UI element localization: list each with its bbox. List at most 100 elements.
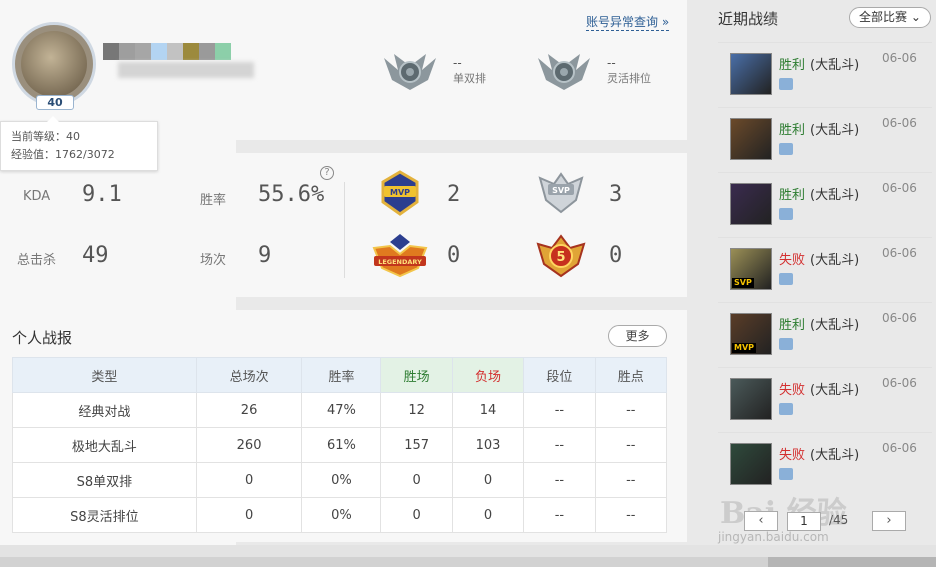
games-value: 9 [258, 243, 272, 268]
tooltip-current-level: 当前等级：40 [11, 130, 80, 143]
header-winrate: 胜率 [301, 357, 382, 393]
mvp-medal-icon: MVP [381, 170, 419, 216]
list-item[interactable]: 失败 (大乱斗) 06-06 [718, 367, 932, 431]
image-icon[interactable] [779, 208, 793, 220]
report-header-row: 类型 总场次 胜率 胜场 负场 段位 胜点 [12, 357, 668, 393]
stats-divider [344, 182, 345, 278]
prev-page-button[interactable]: ‹ [744, 511, 778, 531]
header-tier: 段位 [523, 357, 596, 393]
image-icon[interactable] [779, 403, 793, 415]
image-icon[interactable] [779, 338, 793, 350]
winrate-value: 55.6% [258, 182, 325, 207]
svp-count: 3 [609, 182, 623, 207]
match-mode: (大乱斗) [810, 188, 860, 203]
match-mode: (大乱斗) [810, 383, 860, 398]
champion-avatar [730, 183, 772, 225]
cell-total: 0 [195, 497, 303, 533]
match-mode: (大乱斗) [810, 123, 860, 138]
cell-winrate: 61% [301, 427, 382, 463]
avatar[interactable] [12, 22, 96, 106]
cell-wins: 0 [380, 497, 453, 533]
mosaic-block [167, 43, 183, 60]
rank-flex-label: 灵活排位 [607, 72, 651, 85]
table-row: 经典对战 26 47% 12 14 -- -- [12, 392, 668, 428]
list-item[interactable]: SVP 失败 (大乱斗) 06-06 [718, 237, 932, 301]
match-mode: (大乱斗) [810, 58, 860, 73]
mosaic-block [199, 43, 215, 60]
match-date: 06-06 [882, 246, 917, 260]
cell-wins: 12 [380, 392, 453, 428]
match-date: 06-06 [882, 311, 917, 325]
next-page-button[interactable]: › [872, 511, 906, 531]
cell-total: 0 [195, 462, 303, 498]
cell-winrate: 0% [301, 497, 382, 533]
help-icon[interactable]: ? [320, 166, 334, 180]
match-result: 失败 [779, 448, 806, 463]
champion-avatar [730, 53, 772, 95]
account-anomaly-link[interactable]: 账号异常查询 » [586, 13, 670, 31]
mosaic-block [103, 43, 119, 60]
match-date: 06-06 [882, 116, 917, 130]
image-icon[interactable] [779, 78, 793, 90]
mosaic-block [151, 43, 167, 60]
cell-winrate: 0% [301, 462, 382, 498]
match-date: 06-06 [882, 181, 917, 195]
level-tooltip: 当前等级：40 经验值：1762/3072 [0, 116, 158, 171]
table-row: S8灵活排位 0 0% 0 0 -- -- [12, 497, 668, 533]
image-icon[interactable] [779, 273, 793, 285]
match-mode: (大乱斗) [810, 448, 860, 463]
match-mode: (大乱斗) [810, 253, 860, 268]
mvp-count: 2 [447, 182, 461, 207]
image-icon[interactable] [779, 143, 793, 155]
mosaic-block [183, 43, 199, 60]
match-date: 06-06 [882, 51, 917, 65]
match-result: 失败 [779, 383, 806, 398]
match-medal-tag: MVP [732, 343, 757, 353]
match-filter-dropdown[interactable]: 全部比赛 ⌄ [849, 7, 931, 28]
scrollbar-thumb[interactable] [768, 557, 936, 567]
mosaic-block [135, 43, 151, 60]
total-kills-value: 49 [82, 243, 109, 268]
header-points: 胜点 [594, 357, 668, 393]
header-type: 类型 [12, 357, 197, 393]
image-icon[interactable] [779, 468, 793, 480]
match-date: 06-06 [882, 441, 917, 455]
header-losses: 负场 [451, 357, 525, 393]
report-title: 个人战报 [12, 329, 73, 347]
pentakill-medal-icon: 5 [536, 234, 586, 278]
list-item[interactable]: MVP 胜利 (大乱斗) 06-06 [718, 302, 932, 366]
kda-label: KDA [23, 189, 51, 204]
list-item[interactable]: 胜利 (大乱斗) 06-06 [718, 107, 932, 171]
legendary-count: 0 [447, 243, 461, 268]
match-filter-label: 全部比赛 [859, 10, 908, 24]
match-result: 胜利 [779, 123, 806, 138]
cell-tier: -- [523, 497, 596, 533]
cell-points: -- [594, 462, 668, 498]
page-number-input[interactable]: 1 [787, 512, 821, 531]
total-kills-label: 总击杀 [17, 253, 57, 268]
rank-emblem-solo-icon [384, 54, 436, 90]
more-button[interactable]: 更多 [608, 325, 667, 347]
pentakill-medal-text: 5 [556, 250, 565, 265]
report-table: 类型 总场次 胜率 胜场 负场 段位 胜点 经典对战 26 47% 12 14 … [12, 357, 668, 533]
games-label: 场次 [200, 253, 227, 268]
list-item[interactable]: 胜利 (大乱斗) 06-06 [718, 172, 932, 236]
cell-losses: 103 [451, 427, 525, 463]
mosaic-block [215, 43, 231, 60]
match-date: 06-06 [882, 376, 917, 390]
rank-emblem-flex-icon [538, 54, 590, 90]
cell-type: 经典对战 [12, 392, 197, 428]
cell-total: 260 [195, 427, 303, 463]
cell-losses: 0 [451, 497, 525, 533]
list-item[interactable]: 失败 (大乱斗) 06-06 [718, 432, 932, 496]
match-result: 胜利 [779, 188, 806, 203]
table-row: 极地大乱斗 260 61% 157 103 -- -- [12, 427, 668, 463]
kda-value: 9.1 [82, 182, 122, 207]
summoner-info-blurred [118, 62, 254, 78]
horizontal-scrollbar[interactable] [0, 545, 936, 567]
rank-flex-value: -- [607, 56, 616, 70]
list-item[interactable]: 胜利 (大乱斗) 06-06 [718, 42, 932, 106]
match-medal-tag: SVP [732, 278, 754, 288]
avatar-image [21, 31, 87, 97]
cell-tier: -- [523, 392, 596, 428]
